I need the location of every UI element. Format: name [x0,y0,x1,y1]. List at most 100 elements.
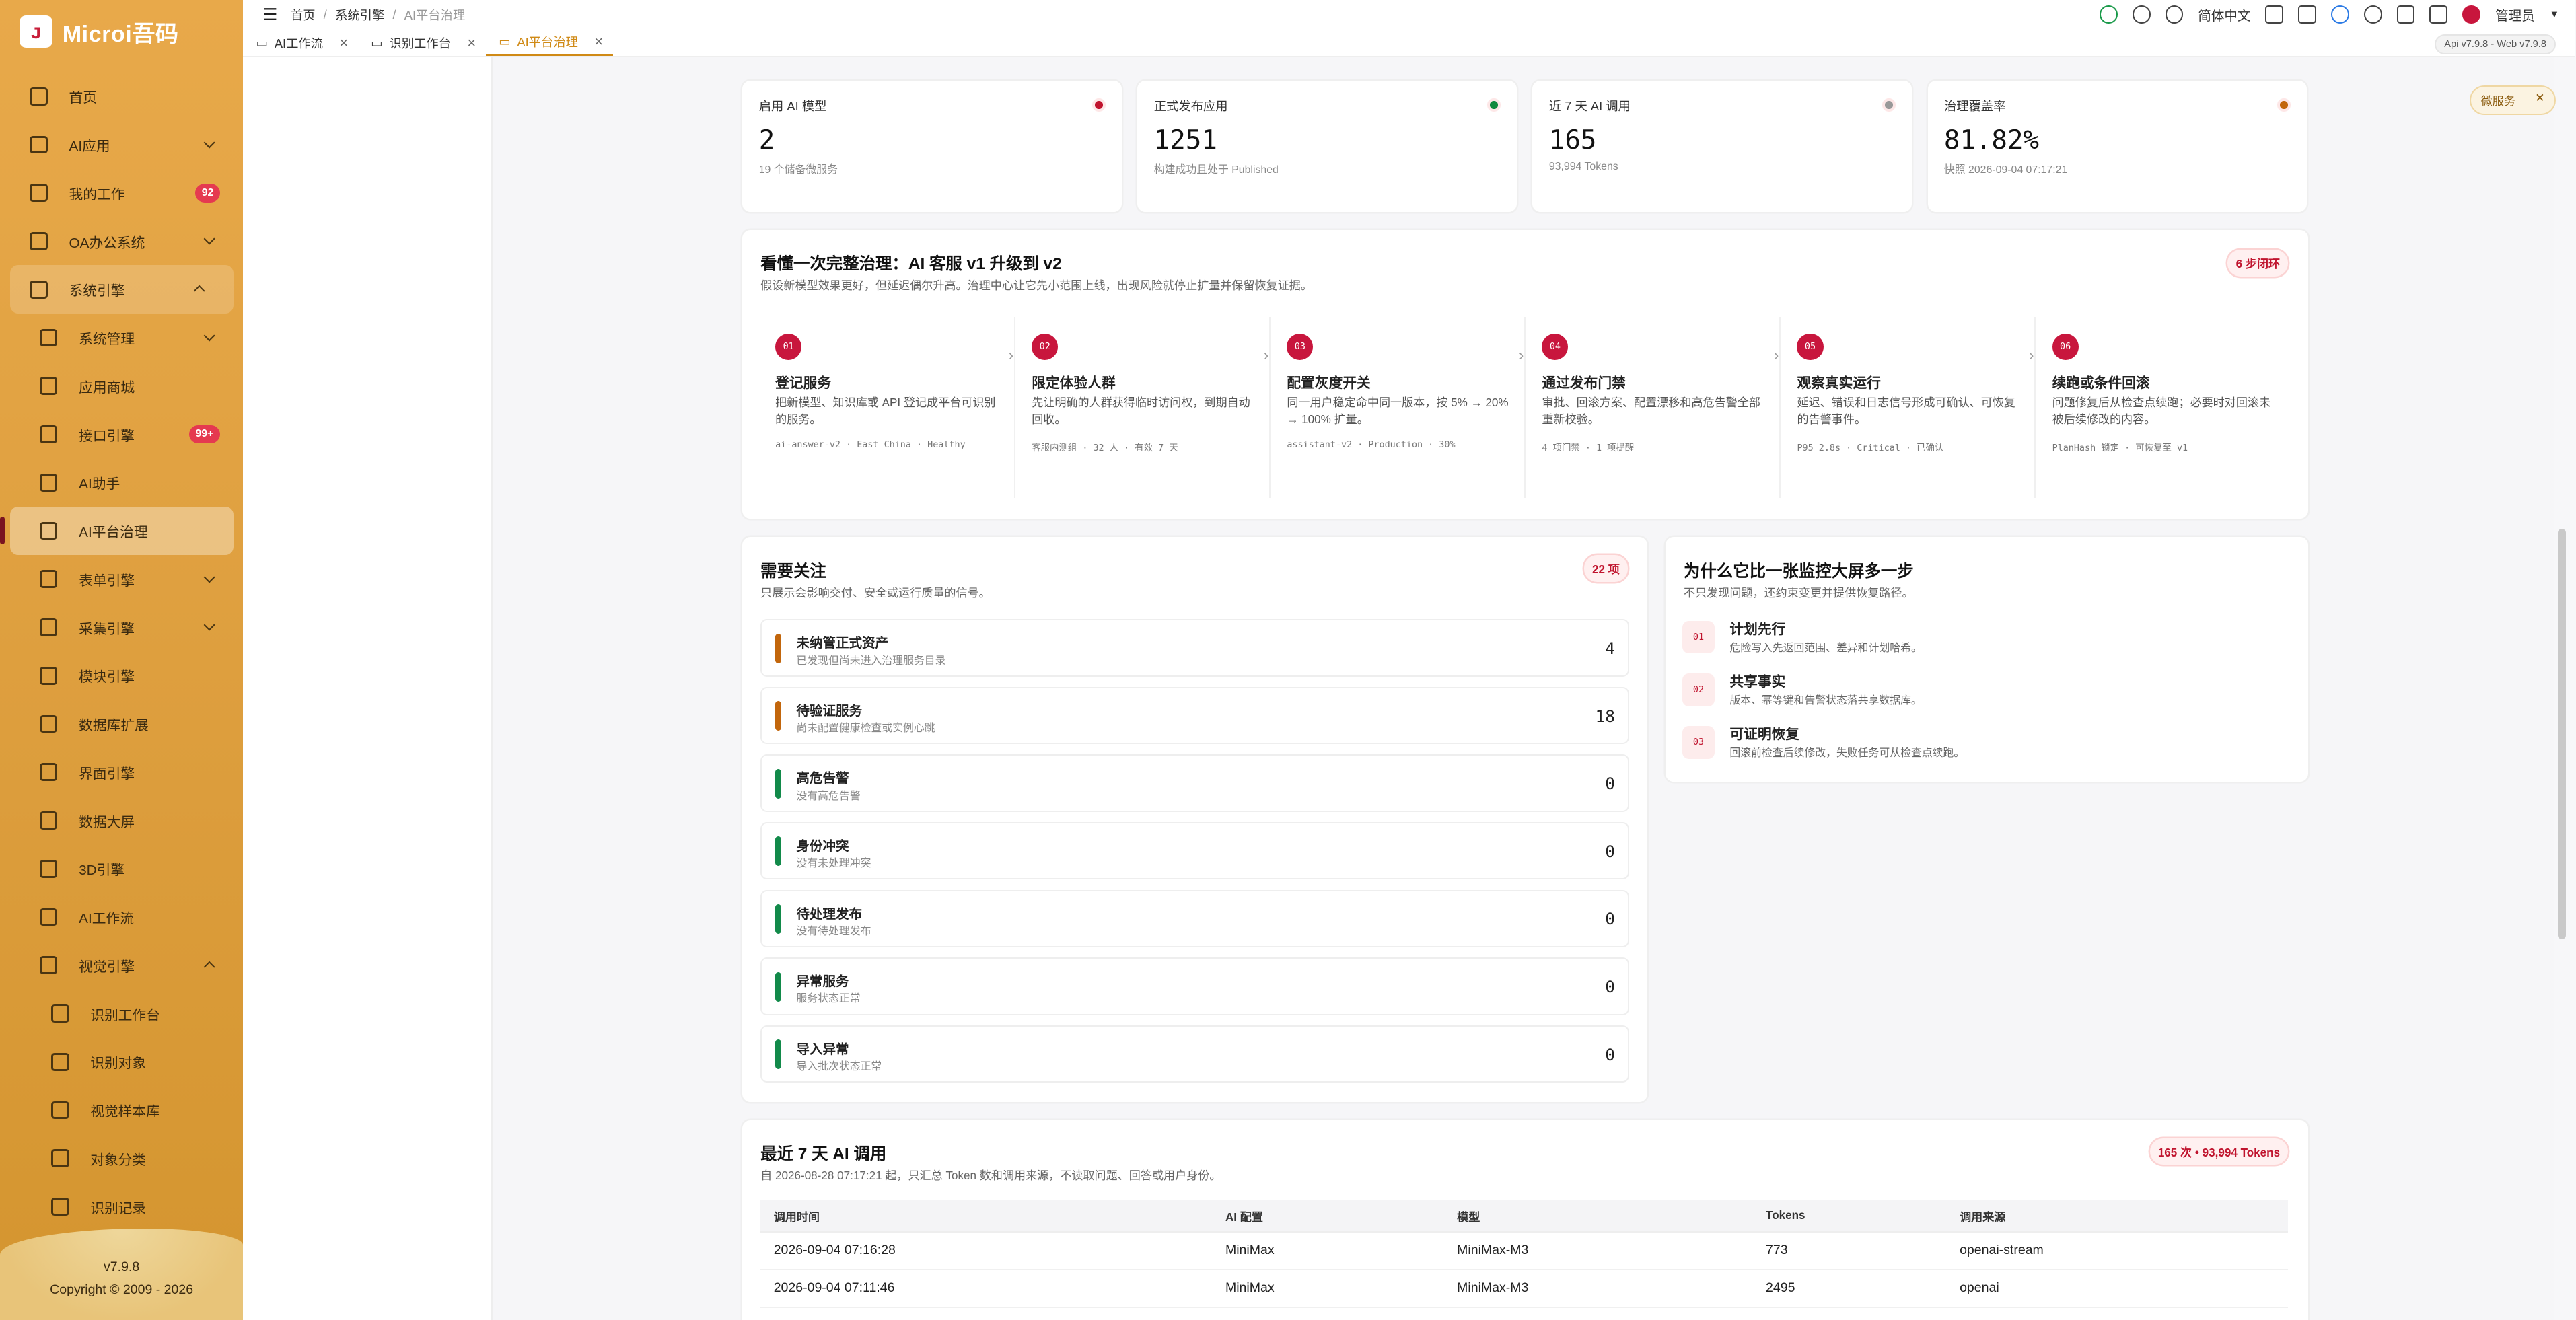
attention-row[interactable]: 未纳管正式资产 已发现但尚未进入治理服务目录 4 [760,619,1630,677]
sidebar-item-1[interactable]: AI应用 [0,120,243,169]
sidebar-item-2[interactable]: 我的工作 92 [0,169,243,217]
attention-row[interactable]: 待验证服务 尚未配置健康检查或实例心跳 18 [760,686,1630,745]
kpi-value: 1251 [1153,124,1217,155]
tab-1[interactable]: ▭ 识别工作台 × [358,30,486,56]
table-cell: openai-stream [1946,1231,2289,1270]
breadcrumb-parent[interactable]: 系统引擎 [335,6,384,24]
step-meta: ai-answer-v2 · East China · Healthy [775,440,966,451]
sidebar-item-7[interactable]: 接口引擎 99+ [0,410,243,459]
attention-row[interactable]: 待处理发布 没有待处理发布 0 [760,889,1630,947]
sidebar-item-15[interactable]: 数据大屏 [0,797,243,845]
sidebar-item-3[interactable]: OA办公系统 [0,217,243,266]
sidebar-item-5[interactable]: 系统管理 [0,314,243,362]
search-icon[interactable] [2165,5,2184,24]
step-title: 登记服务 [775,375,832,391]
breadcrumb-home[interactable]: 首页 [291,6,316,24]
row-desc: 导入批次状态正常 [796,1061,882,1073]
sidebar-item-19[interactable]: 识别工作台 [0,990,243,1038]
status-bar [775,971,782,1002]
tab-0[interactable]: ▭ AI工作流 × [243,30,358,56]
sidebar-footer: v7.9.8 Copyright © 2009 - 2026 [0,1228,244,1320]
sidebar-item-21[interactable]: 视觉样本库 [0,1086,243,1134]
sidebar-item-6[interactable]: 应用商城 [0,362,243,410]
why-title: 可证明恢复 [1729,727,1800,743]
sidebar-item-13[interactable]: 数据库扩展 [0,700,243,748]
scrollbar[interactable] [2557,529,2566,940]
step-meta: 客服内测组 · 32 人 · 有效 7 天 [1032,443,1178,454]
status-dot-icon [1882,98,1896,112]
tab-2[interactable]: ▭ AI平台治理 × [485,30,613,57]
sidebar-item-label: AI平台治理 [79,525,148,541]
close-icon[interactable]: × [467,34,476,52]
chevron-right-icon: › [2029,346,2034,364]
settings-sliders-icon[interactable] [2298,5,2317,24]
why-title: 计划先行 [1729,621,1786,637]
menu-icon [39,908,58,926]
bell-icon[interactable] [2132,5,2151,24]
sidebar-item-9[interactable]: AI平台治理 [0,507,234,555]
theme-shirt-icon[interactable] [2265,5,2284,24]
brand-logo[interactable]: ᴊ Microi吾码 [20,15,178,48]
sidebar-item-20[interactable]: 识别对象 [0,1037,243,1086]
calls-subtitle: 自 2026-08-28 07:17:21 起，只汇总 Token 数和调用来源… [760,1169,1221,1183]
table-row[interactable]: 2026-09-04 07:16:28 MiniMax MiniMax-M3 773 o… [760,1231,2289,1270]
step-item: 01 登记服务 把新模型、知识库或 API 登记成平台可识别的服务。 ai-answe… [759,317,1002,498]
sidebar-item-label: 系统管理 [79,332,135,348]
step-title: 续跑或条件回滚 [2052,375,2150,391]
close-icon[interactable]: ✕ [2535,91,2544,108]
sidebar-item-12[interactable]: 模块引擎 [0,651,243,700]
robot-icon[interactable] [2331,5,2349,24]
kpi-sub: 93,994 Tokens [1548,161,1618,173]
sidebar-item-14[interactable]: 界面引擎 [0,748,243,797]
count-badge: 92 [194,183,221,203]
sidebar-item-16[interactable]: 3D引擎 [0,844,243,893]
menu-icon [50,1149,69,1168]
step-desc: 同一用户稳定命中同一版本，按 5% → 20% → 100% 扩量。 [1287,396,1509,427]
sidebar-item-label: 模块引擎 [79,669,135,686]
step-title: 配置灰度开关 [1287,375,1371,391]
avatar[interactable] [2462,5,2481,24]
sidebar-item-11[interactable]: 采集引擎 [0,603,243,652]
table-row[interactable]: 2026-09-04 07:11:46 MiniMax MiniMax-M3 2495… [760,1269,2289,1308]
sidebar-item-18[interactable]: 视觉引擎 [0,941,243,990]
row-desc: 没有待处理发布 [796,925,871,937]
folder-icon: ▭ [499,34,511,49]
language-select[interactable]: 简体中文 [2198,5,2250,24]
close-icon[interactable]: × [339,34,348,52]
topbar-actions: 简体中文 管理员 ▼ [2099,5,2559,24]
attention-row[interactable]: 异常服务 服务状态正常 0 [760,957,1630,1015]
step-number: 03 [1287,333,1314,360]
step-item: 04 通过发布门禁 审批、回滚方案、配置漂移和高危告警全部重新校验。 4 项门禁 · … [1524,317,1767,498]
sidebar-item-label: 识别记录 [90,1200,147,1216]
walkthrough-tag: 6 步闭环 [2227,250,2289,277]
chevron-down-icon[interactable]: ▼ [2550,9,2559,20]
attention-row[interactable]: 导入异常 导入批次状态正常 0 [760,1025,1630,1083]
tab-label: AI平台治理 [517,35,578,50]
monitor-icon[interactable] [2396,5,2415,24]
close-icon[interactable]: × [594,33,603,50]
step-number: 06 [2052,333,2079,360]
why-title: 为什么它比一张监控大屏多一步 [1684,562,1914,581]
sidebar-item-23[interactable]: 识别记录 [0,1183,243,1231]
version-tag: Api v7.9.8 - Web v7.9.8 [2435,34,2556,54]
recent-calls-card: 最近 7 天 AI 调用 自 2026-08-28 07:17:21 起，只汇总… [742,1120,2308,1320]
fullscreen-icon[interactable] [2429,5,2448,24]
sidebar-item-8[interactable]: AI助手 [0,458,243,507]
brand-name: Microi吾码 [62,21,179,47]
version-text: v7.9.8 [104,1259,140,1275]
microservice-pill[interactable]: 微服务 ✕ [2470,85,2556,115]
status-icon[interactable] [2099,5,2118,24]
user-menu[interactable]: 管理员 [2495,5,2535,24]
calls-title: 最近 7 天 AI 调用 [760,1145,887,1164]
collapse-menu-icon[interactable]: ☰ [263,5,278,25]
sidebar-item-22[interactable]: 对象分类 [0,1134,243,1183]
attention-row[interactable]: 高危告警 没有高危告警 0 [760,754,1630,812]
sidebar-item-4[interactable]: 系统引擎 [9,265,234,314]
walkthrough-title: 看懂一次完整治理：AI 客服 v1 升级到 v2 [760,255,1062,274]
attention-row[interactable]: 身份冲突 没有未处理冲突 0 [760,821,1630,880]
sidebar-item-10[interactable]: 表单引擎 [0,555,243,603]
why-desc: 危险写入先返回范围、差异和计划哈希。 [1729,642,1922,654]
bluetooth-icon[interactable] [2363,5,2382,24]
sidebar-item-0[interactable]: 首页 [0,72,243,120]
sidebar-item-17[interactable]: AI工作流 [0,893,243,941]
